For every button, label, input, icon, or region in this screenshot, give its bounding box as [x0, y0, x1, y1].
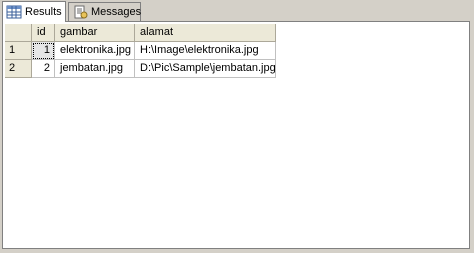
cell-alamat[interactable]: D:\Pic\Sample\jembatan.jpg	[135, 60, 276, 78]
column-header-id[interactable]: id	[32, 24, 55, 42]
row-header[interactable]: 1	[5, 42, 32, 60]
cell-alamat[interactable]: H:\Image\elektronika.jpg	[135, 42, 276, 60]
column-header-gambar[interactable]: gambar	[55, 24, 135, 42]
results-tabstrip: Results Messages	[0, 0, 474, 22]
tab-messages-label: Messages	[91, 6, 142, 18]
row-header[interactable]: 2	[5, 60, 32, 78]
cell-gambar[interactable]: elektronika.jpg	[55, 42, 135, 60]
tab-results[interactable]: Results	[2, 1, 66, 22]
tab-results-label: Results	[25, 6, 62, 18]
results-panel: id gambar alamat 1 1 elektronika.jpg H:\…	[2, 21, 470, 249]
header-row: id gambar alamat	[5, 24, 276, 42]
messages-icon	[72, 5, 88, 19]
cell-gambar[interactable]: jembatan.jpg	[55, 60, 135, 78]
cell-id[interactable]: 1	[32, 42, 55, 60]
grid-icon	[6, 5, 22, 19]
cell-id[interactable]: 2	[32, 60, 55, 78]
column-header-alamat[interactable]: alamat	[135, 24, 276, 42]
tab-messages[interactable]: Messages	[68, 2, 141, 21]
table-row: 2 2 jembatan.jpg D:\Pic\Sample\jembatan.…	[5, 60, 276, 78]
results-grid: id gambar alamat 1 1 elektronika.jpg H:\…	[5, 24, 276, 78]
table-row: 1 1 elektronika.jpg H:\Image\elektronika…	[5, 42, 276, 60]
select-all-corner[interactable]	[5, 24, 32, 42]
